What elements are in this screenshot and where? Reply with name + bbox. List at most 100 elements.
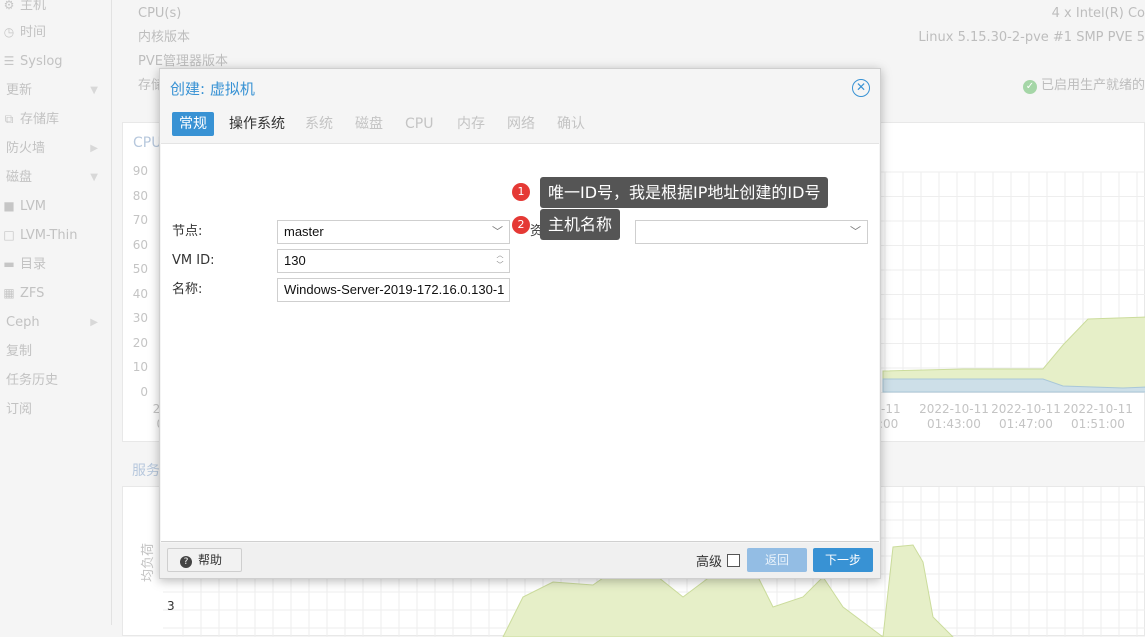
cpu-x-tick: 2022-10-11 01:51:00: [1058, 402, 1138, 432]
spinner-arrows-icon[interactable]: ︿ ﹀: [495, 251, 505, 271]
chevron-right-icon: ▶: [90, 317, 98, 328]
cpu-y-tick: 70: [132, 213, 148, 227]
sidebar-item-label: ZFS: [20, 286, 45, 301]
sidebar-item-label: Syslog: [20, 54, 63, 69]
name-field[interactable]: Windows-Server-2019-172.16.0.130-1: [277, 278, 510, 302]
cpu-x-tick-date: 2022-10-11: [1063, 402, 1133, 416]
name-label: 名称:: [172, 282, 203, 297]
sidebar-item-4[interactable]: ⧉ 存储库: [0, 105, 112, 134]
sidebar-item-label: 复制: [6, 344, 33, 359]
annotation-badge-2: 2: [512, 216, 530, 234]
check-circle-icon: ✓: [1022, 80, 1037, 94]
cpu-x-tick-time: 01:51:00: [1071, 417, 1125, 431]
chevron-down-icon: ﹀: [850, 226, 861, 238]
tab-1[interactable]: 操作系统: [222, 112, 292, 136]
tab-6[interactable]: 网络: [500, 112, 542, 136]
kernel-label: 内核版本: [138, 30, 191, 45]
sidebar-item-label: 防火墙: [6, 141, 46, 156]
tab-2[interactable]: 系统: [298, 112, 340, 136]
cpu-y-tick: 20: [132, 335, 148, 350]
sidebar-item-label: 目录: [20, 257, 47, 272]
tab-5[interactable]: 内存: [450, 112, 492, 136]
cpu-x-tick: 2022-10-11 01:47:00: [986, 402, 1066, 432]
vmid-field[interactable]: 130 ︿ ﹀: [277, 249, 510, 273]
sidebar-item-11[interactable]: Ceph ▶: [0, 308, 112, 337]
cpu-value: 4 x Intel(R) Co: [1051, 6, 1145, 21]
sidebar-item-label: 更新: [6, 83, 33, 98]
cpu-y-tick: 30: [132, 311, 148, 325]
question-circle-icon: ?: [180, 556, 192, 568]
cpu-y-tick: 60: [132, 237, 148, 252]
cpu-x-tick-time: 01:47:00: [999, 417, 1053, 431]
chevron-down-icon: ▼: [90, 172, 98, 183]
pve-label: PVE管理器版本: [138, 54, 228, 69]
node-label: 节点:: [172, 224, 203, 239]
sidebar-item-3[interactable]: 更新 ▼: [0, 76, 112, 105]
node-select[interactable]: master ﹀: [277, 220, 510, 244]
sidebar-item-0[interactable]: ⚙ 主机: [0, 0, 112, 20]
cpu-y-tick: 90: [132, 164, 148, 178]
chevron-right-icon: ▶: [90, 143, 98, 154]
next-button[interactable]: 下一步: [813, 548, 873, 572]
cpu-y-tick: 0: [140, 384, 148, 399]
cpu-x-tick: 2: [1133, 402, 1145, 417]
sidebar-item-10[interactable]: ▦ ZFS: [0, 279, 112, 308]
dialog-title: 创建: 虚拟机: [170, 80, 255, 98]
sidebar-item-9[interactable]: ▬ 目录: [0, 250, 112, 279]
cpu-y-tick: 10: [132, 360, 148, 374]
copy-icon: ⧉: [4, 112, 14, 126]
tab-7[interactable]: 确认: [550, 112, 592, 136]
help-button-label: 帮助: [198, 553, 223, 567]
clock-icon: ◷: [3, 25, 15, 39]
annotation-badge-1: 1: [512, 183, 530, 201]
cpu-x-tick-date: 2022-10-11: [991, 402, 1061, 416]
grid-icon: ▦: [3, 286, 15, 300]
cpu-x-tick-date: 2: [1133, 402, 1145, 417]
cpu-label: CPU(s): [138, 6, 182, 21]
sidebar-item-8[interactable]: □ LVM-Thin: [0, 221, 112, 250]
sidebar-item-12[interactable]: 复制: [0, 337, 112, 366]
kernel-value: Linux 5.15.30-2-pve #1 SMP PVE 5: [918, 30, 1145, 45]
advanced-checkbox[interactable]: [727, 554, 740, 567]
load-y-tick: 3: [167, 599, 175, 613]
cpu-y-tick: 50: [132, 262, 148, 276]
square-icon: ■: [3, 199, 15, 213]
vmid-value: 130: [284, 253, 306, 268]
square-outline-icon: □: [3, 228, 15, 242]
wizard-tabs: 常规 操作系统 系统 磁盘 CPU 内存 网络 确认: [160, 107, 880, 143]
node-value: master: [284, 224, 324, 239]
cpu-y-tick: 80: [132, 188, 148, 203]
cpu-x-tick-time: 01:43:00: [927, 417, 981, 431]
pool-select[interactable]: ﹀: [635, 220, 868, 244]
sidebar-item-5[interactable]: 防火墙 ▶: [0, 134, 112, 163]
name-value: Windows-Server-2019-172.16.0.130-1: [284, 282, 505, 297]
close-circle-icon[interactable]: ✕: [852, 79, 870, 97]
back-button[interactable]: 返回: [747, 548, 807, 572]
folder-icon: ▬: [3, 257, 15, 271]
sidebar-item-label: LVM: [20, 199, 46, 214]
tab-3[interactable]: 磁盘: [348, 112, 390, 136]
sidebar-item-label: 时间: [20, 25, 47, 40]
sidebar-item-1[interactable]: ◷ 时间: [0, 18, 112, 47]
load-chart-title: 服务: [132, 463, 160, 479]
cpu-row: CPU(s) 4 x Intel(R) Co: [138, 2, 1145, 26]
sidebar-item-14[interactable]: 订阅: [0, 395, 112, 424]
sidebar-item-7[interactable]: ■ LVM: [0, 192, 112, 221]
chevron-down-icon: ▼: [90, 85, 98, 96]
tab-4[interactable]: CPU: [398, 112, 440, 136]
sidebar-item-2[interactable]: ☰ Syslog: [0, 47, 112, 76]
advanced-label: 高级: [696, 555, 723, 570]
dialog-footer: ? 帮助 高级 返回 下一步: [160, 543, 880, 578]
sidebar-item-6[interactable]: 磁盘 ▼: [0, 163, 112, 192]
sidebar-item-label: LVM-Thin: [20, 228, 78, 243]
cpu-x-tick: 2022-10-11 01:43:00: [914, 402, 994, 432]
annotation-tooltip-1: 唯一ID号，我是根据IP地址创建的ID号: [540, 177, 829, 208]
tab-0[interactable]: 常规: [172, 112, 214, 136]
sidebar-item-13[interactable]: 任务历史: [0, 366, 112, 395]
help-button[interactable]: ? 帮助: [167, 548, 242, 572]
create-vm-dialog: 创建: 虚拟机 ✕ 常规 操作系统 系统 磁盘 CPU 内存 网络 确认 节点: master…: [159, 68, 881, 579]
vmid-label: VM ID:: [172, 253, 215, 268]
cpu-x-tick-date: 2022-10-11: [919, 402, 989, 416]
cpu-y-tick: 40: [132, 286, 148, 301]
sidebar-item-label: 存储库: [20, 112, 60, 127]
